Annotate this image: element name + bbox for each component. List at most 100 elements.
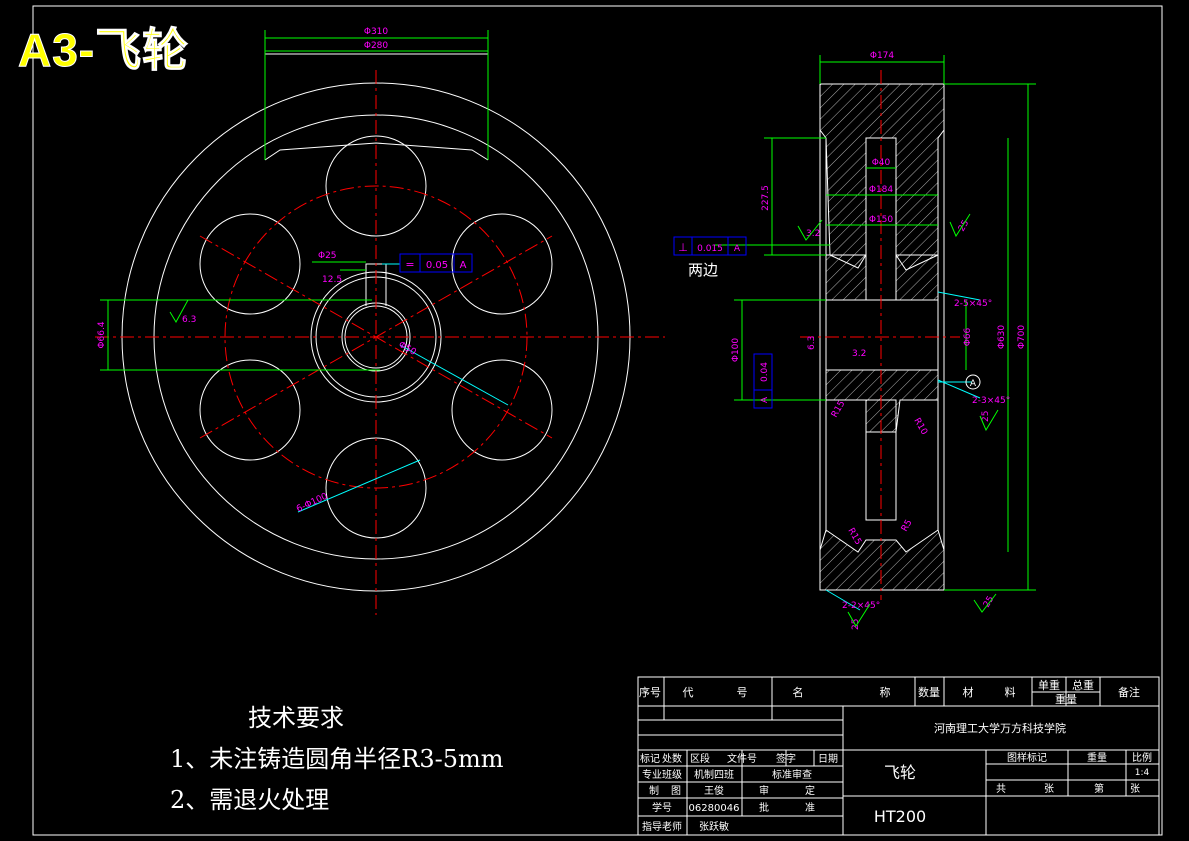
- tb-review-2: 定: [805, 784, 815, 797]
- hole-bottom-right: [451, 359, 553, 461]
- text-184: Φ184: [869, 185, 894, 195]
- title-block-text: 序号 代 号 名 称 数量 材 料 单重 总重 重量 备注 河南理工大学万方科技…: [639, 678, 1152, 833]
- both-sides-note: 两边: [688, 261, 718, 279]
- hole-top-right: [451, 213, 553, 315]
- rim-bottom-section: [819, 529, 945, 591]
- tb-name-1: 名: [793, 685, 804, 699]
- runout-symbol: ⊥: [678, 241, 688, 254]
- tb-rev-count: 处数: [662, 752, 682, 765]
- tb-approve-1: 批: [759, 801, 769, 814]
- hole-bottom-left: [199, 359, 301, 461]
- tech-line-1: 1、未注铸造圆角半径R3-5mm: [170, 745, 504, 773]
- tb-mat-1: 材: [963, 685, 974, 699]
- tb-rev-sign: 签字: [776, 752, 796, 765]
- hole-top-left: [199, 213, 301, 315]
- text-r5: R5: [900, 518, 915, 533]
- tb-material: HT200: [874, 807, 926, 826]
- tb-class-label: 专业班级: [642, 768, 682, 781]
- tb-name-2: 称: [880, 685, 891, 699]
- text-700: Φ700: [1017, 325, 1027, 350]
- text-chamfer-2: 2-3×45°: [972, 396, 1010, 406]
- front-leaders: [297, 263, 509, 513]
- text-630: Φ630: [997, 325, 1007, 350]
- text-2275: 227.5: [761, 185, 771, 211]
- tb-serial: 序号: [639, 685, 661, 699]
- dim-text-280: Φ280: [364, 41, 389, 51]
- front-tolerance-frame: = 0.05 A: [399, 253, 473, 273]
- rim-top-section: [819, 83, 945, 271]
- dim-text-keyway-depth: 12.5: [322, 275, 342, 285]
- dim-text-664: Φ66.4: [97, 321, 107, 348]
- tb-school: 河南理工大学万方科技学院: [934, 721, 1066, 735]
- hub-top-section: [825, 254, 939, 301]
- dim-text-310: Φ310: [364, 27, 389, 37]
- tb-unit-weight: 单重: [1038, 678, 1060, 692]
- tb-teacher-label: 指导老师: [642, 820, 682, 833]
- text-100: Φ100: [731, 338, 741, 363]
- text-66: Φ66: [963, 327, 973, 346]
- pos-tol-datum: A: [760, 396, 770, 403]
- dim-text-holes: 6-Φ100: [295, 491, 330, 514]
- tb-remark: 备注: [1118, 685, 1140, 699]
- tb-rev-file: 文件号: [727, 752, 757, 765]
- dim-text-bore: Φ50: [397, 340, 418, 358]
- tb-sheet-unit2: 张: [1130, 783, 1140, 795]
- tb-part-name: 飞轮: [884, 763, 916, 782]
- tb-code-1: 代: [683, 686, 694, 699]
- text-left-small: 6.3: [807, 336, 817, 350]
- tb-total-weight: 总重: [1072, 678, 1094, 692]
- tb-qty: 数量: [918, 686, 940, 699]
- datum-a-label: A: [970, 379, 977, 389]
- tb-review-1: 审: [759, 784, 769, 797]
- tol-value: 0.05: [426, 260, 448, 271]
- tb-drafter: 王俊: [704, 784, 724, 797]
- tb-rev-zone: 区段: [690, 752, 710, 765]
- tb-scale-label: 比例: [1132, 751, 1152, 764]
- tb-draw-2: 图: [671, 785, 681, 797]
- drawing-stamp: A3-飞轮: [17, 24, 190, 77]
- tol-datum: A: [460, 260, 467, 271]
- front-dim-texts: Φ310 Φ280 Φ25 12.5 Φ66.4 6.3 Φ50 6-Φ100: [97, 27, 418, 515]
- tb-sheet-total: 共: [996, 783, 1006, 795]
- text-hub-rough: 3.2: [852, 349, 866, 359]
- bore-section: [825, 299, 939, 371]
- tb-code-2: 号: [737, 686, 748, 699]
- runout-value: 0.015: [697, 244, 723, 254]
- tb-mat-2: 料: [1005, 685, 1016, 699]
- tb-weight-label: 重量: [1087, 751, 1107, 764]
- tb-rev-mark: 标记: [640, 753, 660, 765]
- runout-datum: A: [734, 244, 741, 254]
- text-150: Φ150: [869, 215, 894, 225]
- text-chamfer-3: 2-2×45°: [842, 601, 880, 611]
- text-40: Φ40: [872, 158, 891, 168]
- tb-id-label: 学号: [652, 801, 672, 814]
- text-174: Φ174: [870, 51, 895, 61]
- front-centerlines: [95, 70, 665, 615]
- front-dimensions: [100, 30, 489, 371]
- tb-std-review: 标准审查: [772, 768, 812, 781]
- dim-text-keyway-width: Φ25: [318, 251, 337, 261]
- tb-sheet-no: 第: [1094, 782, 1104, 795]
- tb-weight: 重量: [1055, 692, 1077, 706]
- text-r15-a: R15: [830, 399, 848, 419]
- text-rough-right: 25: [981, 411, 991, 422]
- text-r15-b: R15: [845, 527, 863, 547]
- tol-symbol: =: [405, 258, 414, 271]
- tb-approve-2: 准: [805, 802, 815, 814]
- tech-requirements: 技术要求 1、未注铸造圆角半径R3-5mm 2、需退火处理: [170, 698, 504, 815]
- tb-rev-date: 日期: [818, 753, 838, 765]
- tech-title: 技术要求: [248, 704, 344, 732]
- tb-stage-label: 图样标记: [1007, 751, 1047, 764]
- tech-line-2: 2、需退火处理: [170, 786, 330, 814]
- tb-class-value: 机制四班: [694, 768, 734, 781]
- tb-draw-1: 制: [649, 784, 659, 797]
- tb-scale-value: 1:4: [1135, 768, 1150, 778]
- tb-teacher-value: 张跃敏: [699, 820, 729, 833]
- rough-text-left: 6.3: [182, 315, 196, 325]
- text-r10: R10: [911, 417, 929, 438]
- tb-sheet-unit: 张: [1044, 783, 1054, 795]
- runout-frame: ⊥ 0.015 A 两边: [673, 236, 747, 279]
- tb-id-value: 06280046: [689, 803, 740, 814]
- text-chamfer-1: 2-5×45°: [954, 299, 992, 309]
- pos-tol-value: 0.04: [760, 362, 770, 382]
